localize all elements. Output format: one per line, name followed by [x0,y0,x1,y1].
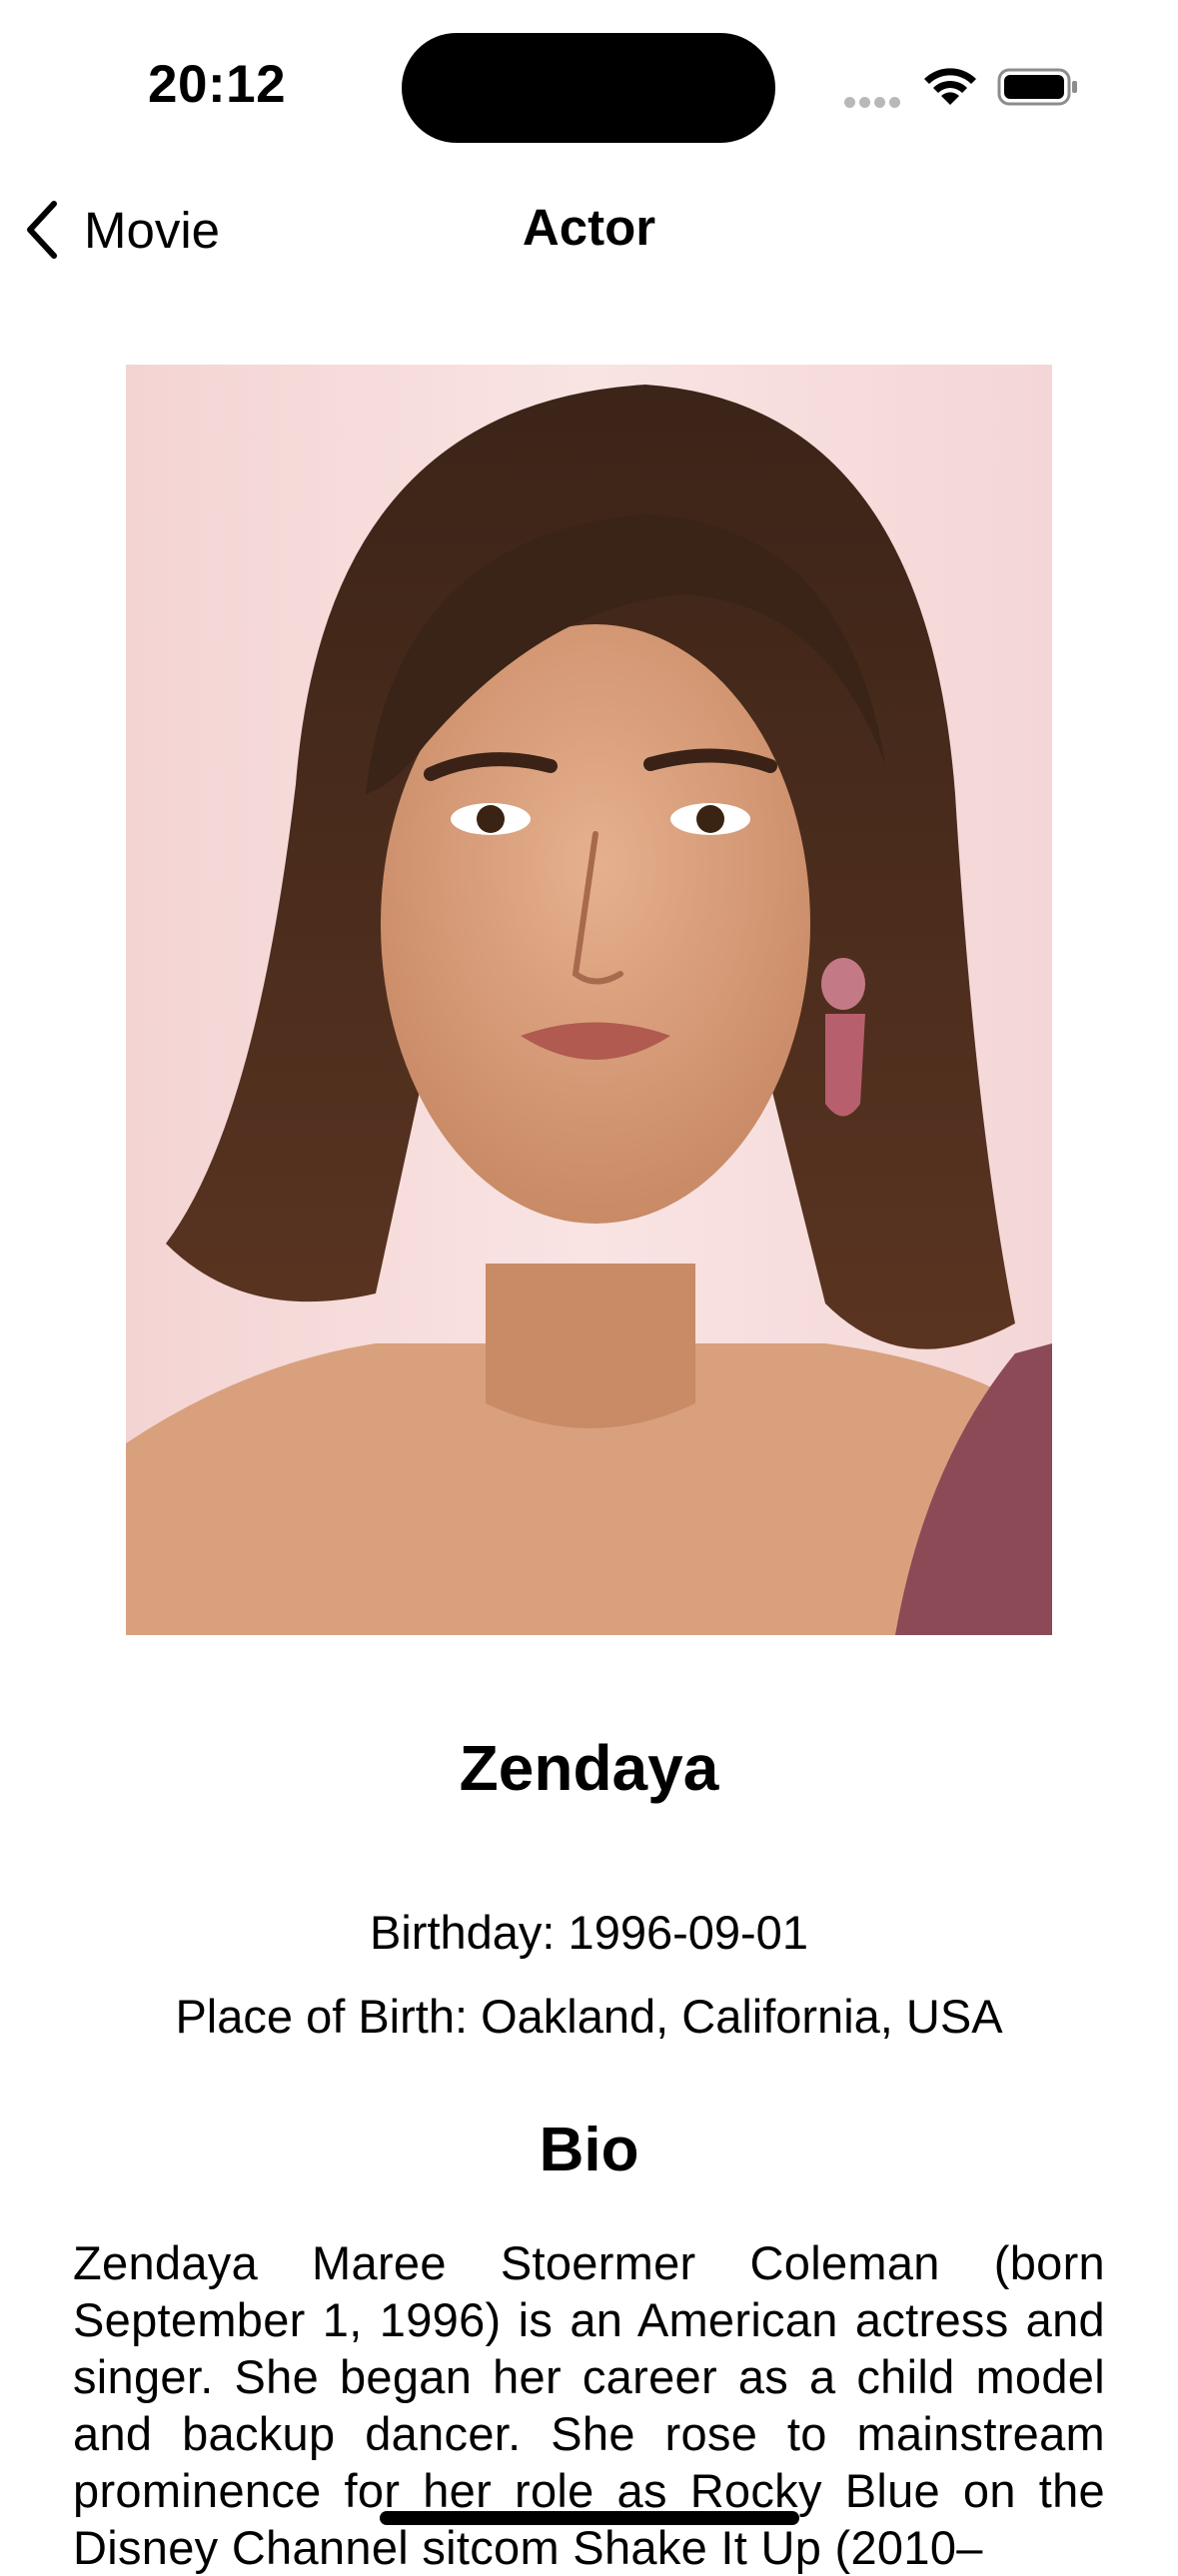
birthday-text: Birthday: 1996-09-01 [370,1906,808,1959]
portrait-image [126,365,1052,1635]
navigation-bar: Movie Actor [0,170,1178,290]
nav-title: Actor [522,199,656,256]
cellular-signal-icon [844,95,904,108]
dynamic-island [402,33,775,143]
status-bar: 20:12 [0,0,1178,170]
place-of-birth-text: Place of Birth: Oakland, California, USA [175,1990,1003,2043]
actor-photo [126,365,1052,1635]
battery-icon [997,68,1077,106]
home-indicator[interactable] [380,2511,799,2525]
status-time: 20:12 [148,55,287,114]
actor-name: Zendaya [459,1732,719,1804]
wifi-icon [924,68,976,105]
bio-heading: Bio [539,2116,639,2184]
